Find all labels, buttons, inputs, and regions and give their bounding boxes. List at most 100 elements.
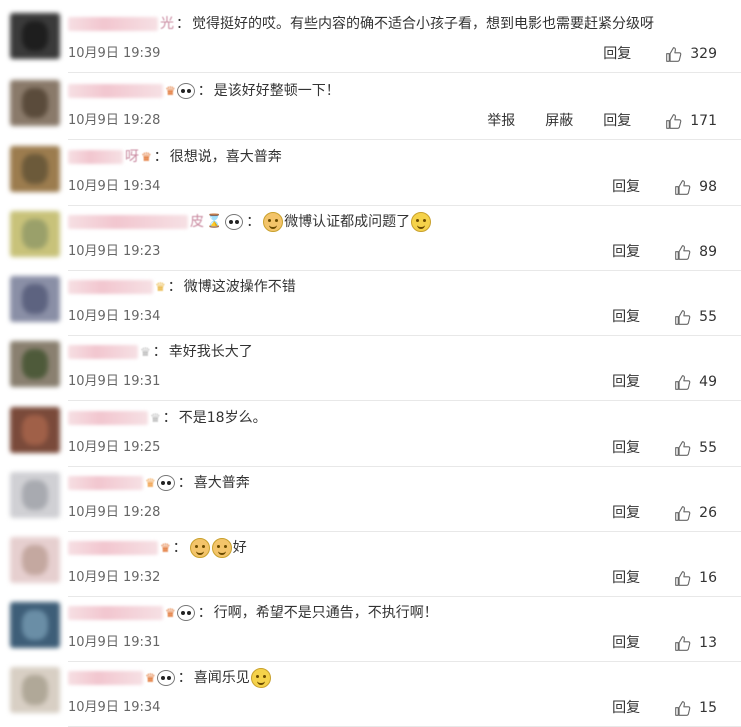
- report-button[interactable]: 举报: [487, 111, 515, 131]
- colon: ：: [177, 670, 192, 686]
- comment-actions: 回复 55: [612, 438, 717, 458]
- comment-text: 皮 ⌛ ： 微博认证都成问题了: [68, 211, 432, 233]
- crown-badge-icon: ♛: [165, 84, 176, 98]
- avatar[interactable]: [10, 146, 60, 192]
- like-count: 13: [699, 635, 717, 651]
- avatar[interactable]: [10, 80, 60, 126]
- reply-button[interactable]: 回复: [612, 438, 640, 458]
- reply-button[interactable]: 回复: [603, 44, 631, 64]
- comment-text: ♛ ：喜大普奔: [68, 472, 250, 494]
- colon: ：: [162, 410, 177, 426]
- comment-content: 喜闻乐见: [193, 670, 250, 686]
- username-blurred[interactable]: [68, 84, 163, 98]
- like-button[interactable]: 49: [674, 372, 717, 392]
- username-blurred[interactable]: [68, 17, 158, 31]
- like-button[interactable]: 55: [674, 438, 717, 458]
- colon: ：: [152, 344, 167, 360]
- reply-button[interactable]: 回复: [603, 111, 631, 131]
- comment-actions: 回复 89: [612, 242, 717, 262]
- comment-timestamp: 10月9日 19:28: [68, 505, 161, 520]
- like-button[interactable]: 13: [674, 633, 717, 653]
- comment-actions: 回复 329: [603, 44, 717, 64]
- reply-button[interactable]: 回复: [612, 503, 640, 523]
- reply-button[interactable]: 回复: [612, 177, 640, 197]
- block-button[interactable]: 屏蔽: [545, 111, 573, 131]
- like-button[interactable]: 89: [674, 242, 717, 262]
- username-blurred[interactable]: [68, 476, 143, 490]
- reply-button[interactable]: 回复: [612, 372, 640, 392]
- username-tail[interactable]: 光: [160, 13, 174, 35]
- reply-button[interactable]: 回复: [612, 242, 640, 262]
- username-blurred[interactable]: [68, 541, 158, 555]
- separator: [68, 335, 741, 336]
- comment-text: ♛ ：喜闻乐见: [68, 667, 272, 689]
- comment-timestamp: 10月9日 19:34: [68, 700, 161, 715]
- comment-timestamp: 10月9日 19:34: [68, 179, 161, 194]
- separator: [68, 139, 741, 140]
- panda-emoji-icon: [176, 605, 195, 621]
- comment-actions: 回复 13: [612, 633, 717, 653]
- comment-content: 不是18岁么。: [178, 410, 267, 426]
- comment-text: ♛ ：行啊，希望不是只通告，不执行啊！: [68, 602, 438, 624]
- avatar[interactable]: [10, 667, 60, 713]
- avatar[interactable]: [10, 537, 60, 583]
- username-blurred[interactable]: [68, 606, 163, 620]
- laugh-emoji-icon: [250, 668, 271, 688]
- panda-emoji-icon: [176, 83, 195, 99]
- username-tail[interactable]: 皮: [190, 211, 204, 233]
- thumbs-up-icon: [666, 46, 682, 62]
- crown-badge-icon: ♛: [160, 541, 171, 555]
- comment-list: 光 ： 觉得挺好的哎。有些内容的确不适合小孩子看，想到电影也需要赶紧分级呀 10月9日…: [0, 0, 741, 727]
- thumbs-up-icon: [666, 113, 682, 129]
- avatar[interactable]: [10, 602, 60, 648]
- username-blurred[interactable]: [68, 345, 138, 359]
- comment-text: ♛ ：是该好好整顿一下！: [68, 80, 340, 102]
- username-blurred[interactable]: [68, 280, 153, 294]
- avatar[interactable]: [10, 472, 60, 518]
- separator: [68, 531, 741, 532]
- like-button[interactable]: 329: [665, 44, 717, 64]
- comment-timestamp: 10月9日 19:28: [68, 113, 161, 128]
- like-button[interactable]: 55: [674, 307, 717, 327]
- avatar-figure: [22, 415, 48, 445]
- like-button[interactable]: 16: [674, 568, 717, 588]
- thumbs-up-icon: [675, 244, 691, 260]
- comment-actions: 回复 55: [612, 307, 717, 327]
- panda-emoji-icon: [225, 214, 244, 230]
- comment-content: 好: [232, 540, 247, 556]
- reply-button[interactable]: 回复: [612, 568, 640, 588]
- avatar[interactable]: [10, 211, 60, 257]
- reply-button[interactable]: 回复: [612, 307, 640, 327]
- avatar[interactable]: [10, 276, 60, 322]
- username-blurred[interactable]: [68, 411, 148, 425]
- colon: ：: [197, 605, 212, 621]
- reply-button[interactable]: 回复: [612, 633, 640, 653]
- like-button[interactable]: 15: [674, 698, 717, 718]
- separator: [68, 400, 741, 401]
- username-blurred[interactable]: [68, 150, 123, 164]
- comment-timestamp: 10月9日 19:32: [68, 570, 161, 585]
- username-blurred[interactable]: [68, 215, 188, 229]
- thumbs-up-icon: [675, 309, 691, 325]
- gray-badge-icon: ♛: [150, 411, 161, 425]
- avatar[interactable]: [10, 407, 60, 453]
- avatar[interactable]: [10, 341, 60, 387]
- comment-content: 微博这波操作不错: [183, 279, 296, 295]
- username-tail[interactable]: 呀: [125, 146, 139, 168]
- reply-button[interactable]: 回复: [612, 698, 640, 718]
- comment-text: 呀 ♛：很想说，喜大普奔: [68, 146, 282, 168]
- colon: ：: [246, 214, 261, 230]
- comment-text: ♛：不是18岁么。: [68, 407, 267, 429]
- avatar[interactable]: [10, 13, 60, 59]
- comment-actions: 回复 98: [612, 177, 717, 197]
- thumbs-up-icon: [675, 505, 691, 521]
- like-count: 98: [699, 179, 717, 195]
- like-button[interactable]: 26: [674, 503, 717, 523]
- colon: ：: [153, 149, 168, 165]
- separator: [68, 270, 741, 271]
- comment-content: 觉得挺好的哎。有些内容的确不适合小孩子看，想到电影也需要赶紧分级呀: [192, 16, 654, 32]
- like-button[interactable]: 98: [674, 177, 717, 197]
- colon: ：: [197, 83, 212, 99]
- like-button[interactable]: 171: [665, 111, 717, 131]
- username-blurred[interactable]: [68, 671, 143, 685]
